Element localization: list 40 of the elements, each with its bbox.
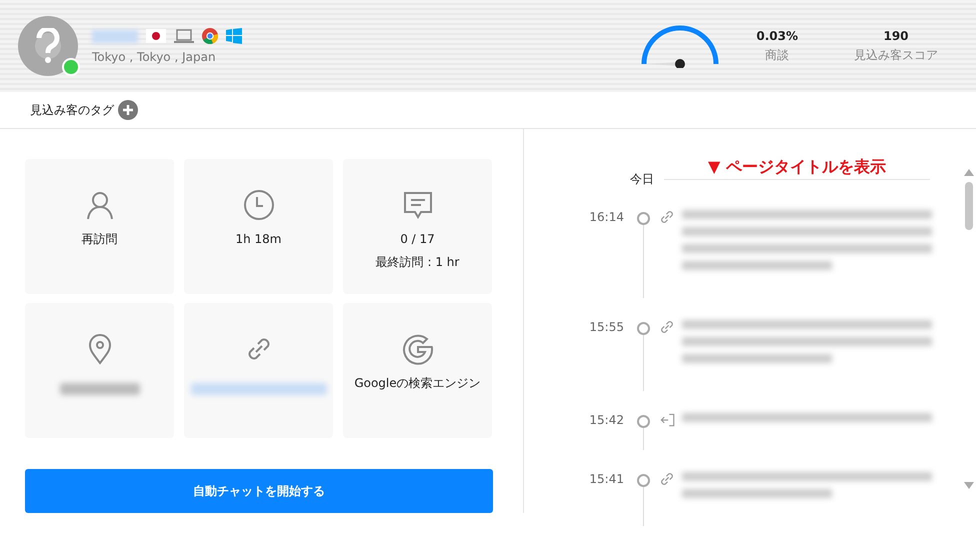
browser-icon (202, 28, 218, 44)
annotation-text: ▼ ページタイトルを表示 (708, 157, 886, 178)
link-icon (658, 470, 676, 488)
redacted-name (92, 30, 138, 42)
scroll-down-icon[interactable] (964, 482, 974, 489)
timeline-node-icon (636, 415, 650, 428)
event-time: 15:55 (588, 319, 625, 336)
card-text: 再訪問 (82, 231, 118, 248)
scroll-up-icon[interactable] (964, 169, 974, 176)
timeline-node-icon (636, 322, 650, 335)
timeline-node-icon (636, 212, 650, 225)
link-icon (658, 208, 676, 226)
add-tag-button[interactable] (118, 100, 138, 120)
windows-icon (226, 28, 242, 44)
stat-value: 0.03% (756, 28, 798, 42)
event-time: 15:41 (588, 471, 625, 488)
stat-label: 見込み客スコア (854, 46, 938, 64)
day-label: 今日 (630, 171, 654, 188)
location-text: Tokyo , Tokyo , Japan (92, 50, 217, 64)
flag-icon (146, 29, 166, 43)
laptop-icon (174, 29, 194, 43)
avatar-icon (18, 16, 78, 76)
plus-icon (122, 104, 134, 116)
stat-value: 190 (883, 28, 909, 42)
card-text: 0 / 17 (400, 231, 435, 248)
card-text: Googleの検索エンジン (354, 375, 481, 392)
event-time: 16:14 (588, 209, 625, 226)
scrollbar-thumb[interactable] (965, 182, 973, 230)
google-icon (402, 333, 434, 365)
card-text: 最終訪問 : 1 hr (376, 254, 460, 271)
stat-label: 商談 (765, 46, 790, 64)
timeline-node-icon (636, 474, 650, 487)
clock-icon (242, 189, 274, 221)
event-time: 15:42 (588, 412, 625, 429)
chat-bubble-icon (402, 189, 434, 221)
exit-icon (658, 411, 676, 429)
start-chat-button[interactable]: 自動チャットを開始する (25, 469, 493, 513)
tags-label: 見込み客のタグ (30, 102, 114, 118)
link-icon (658, 318, 676, 336)
card-text: 1h 18m (235, 231, 282, 248)
